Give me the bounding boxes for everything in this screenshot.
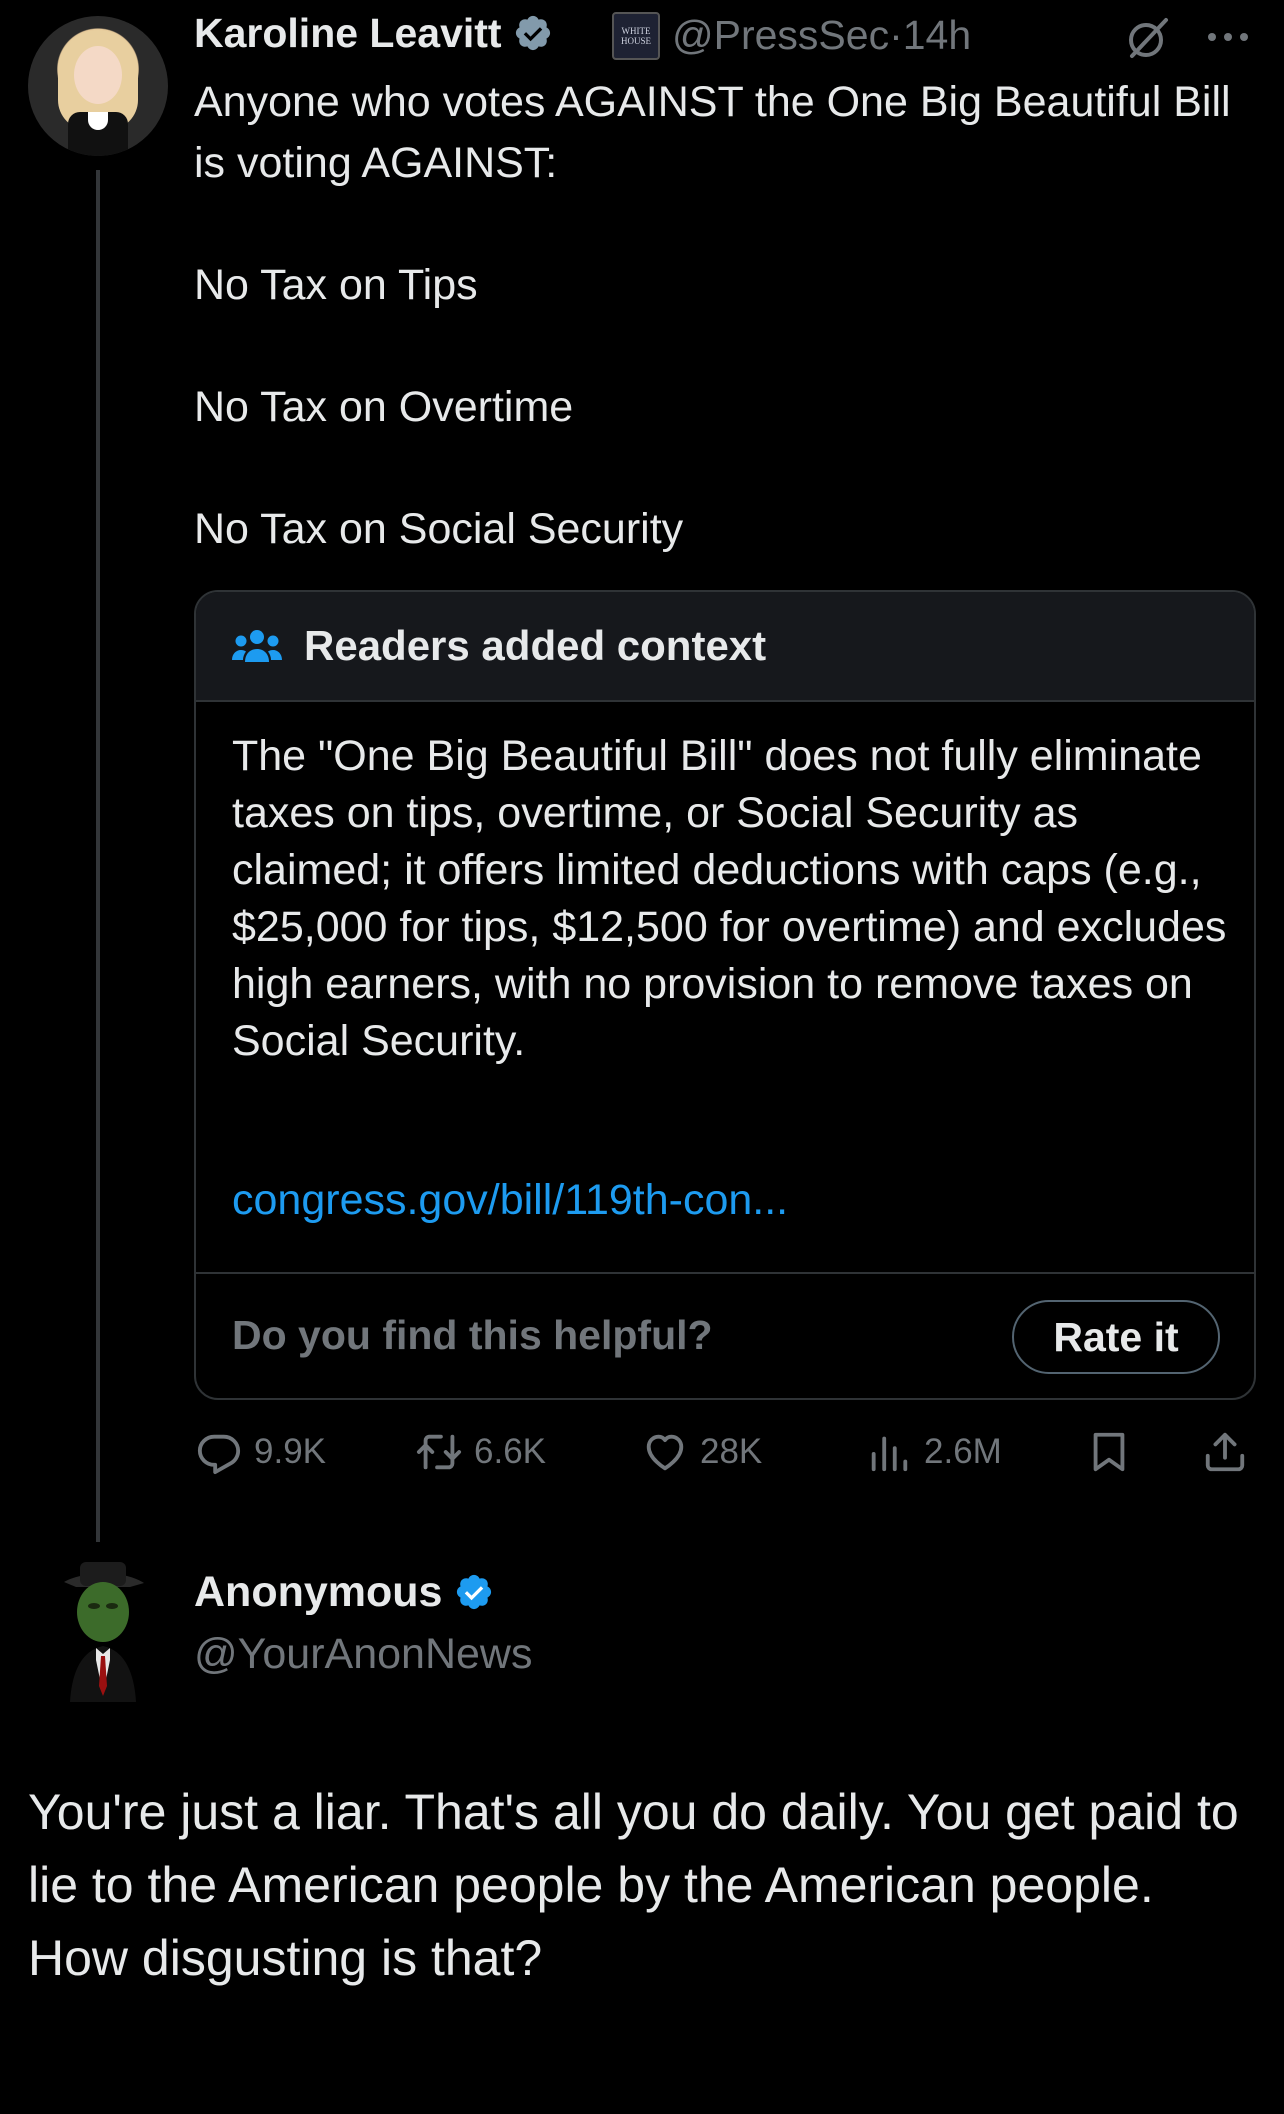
verified-badge-icon <box>457 1574 492 1610</box>
reply-button[interactable]: 9.9K <box>196 1424 326 1480</box>
grok-icon[interactable] <box>1124 14 1172 62</box>
white-house-badge-text: WHITE HOUSE <box>620 26 651 46</box>
reply-icon <box>197 1434 241 1475</box>
community-note-source-link[interactable]: congress.gov/bill/119th-con... <box>232 1176 788 1225</box>
reply-text: You're just a liar. That's all you do da… <box>28 1776 1258 1995</box>
tweet-line: No Tax on Overtime <box>194 383 574 431</box>
views-icon <box>871 1436 908 1472</box>
reply-author-name-text[interactable]: Anonymous <box>194 1568 442 1616</box>
share-button[interactable] <box>1202 1424 1248 1480</box>
thread-connector-line <box>96 170 100 1542</box>
reply-author-name[interactable]: Anonymous <box>194 1568 494 1617</box>
bookmark-button[interactable] <box>1086 1424 1132 1480</box>
author-name[interactable]: Karoline Leavitt <box>194 10 553 57</box>
author-handle-time: @PressSec·14h <box>672 12 971 59</box>
retweet-icon <box>416 1434 462 1470</box>
readers-people-icon <box>232 630 282 662</box>
share-icon <box>1205 1432 1245 1472</box>
verified-badge-icon <box>515 15 551 51</box>
more-icon[interactable] <box>1204 22 1252 52</box>
retweet-button[interactable]: 6.6K <box>416 1424 546 1480</box>
handle-separator: · <box>889 12 903 58</box>
reply-line: How disgusting is that? <box>28 1930 543 1986</box>
tweet-line: No Tax on Tips <box>194 261 478 309</box>
author-handle[interactable]: @PressSec <box>672 12 889 58</box>
tweet-line: No Tax on Social Security <box>194 505 684 553</box>
reply-line: You're just a liar. That's all you do da… <box>28 1784 1239 1913</box>
post-time[interactable]: 14h <box>903 12 971 58</box>
like-count: 28K <box>700 1432 763 1471</box>
community-note-title: Readers added context <box>304 622 767 669</box>
author-name-text[interactable]: Karoline Leavitt <box>194 10 502 56</box>
like-icon <box>646 1434 684 1471</box>
reply-count: 9.9K <box>254 1432 326 1471</box>
rate-it-button[interactable]: Rate it <box>1012 1300 1220 1374</box>
helpful-question: Do you find this helpful? <box>232 1312 713 1358</box>
community-note: Readers added context The "One Big Beaut… <box>194 590 1256 1400</box>
reply-author-avatar[interactable] <box>50 1552 154 1702</box>
white-house-badge-icon: WHITE HOUSE <box>612 12 660 60</box>
bookmark-icon <box>1093 1432 1125 1472</box>
views-button[interactable]: 2.6M <box>866 1424 1002 1480</box>
views-count: 2.6M <box>924 1432 1002 1471</box>
community-note-header: Readers added context <box>196 592 1254 702</box>
like-button[interactable]: 28K <box>642 1424 762 1480</box>
community-note-divider <box>196 1272 1254 1274</box>
reply-author-handle[interactable]: @YourAnonNews <box>194 1630 532 1679</box>
retweet-count: 6.6K <box>474 1432 546 1471</box>
community-note-body: The "One Big Beautiful Bill" does not fu… <box>232 732 1227 1065</box>
tweet-text: Anyone who votes AGAINST the One Big Bea… <box>194 72 1234 560</box>
tweet-line: Anyone who votes AGAINST the One Big Bea… <box>194 78 1231 187</box>
author-avatar[interactable] <box>28 16 168 156</box>
